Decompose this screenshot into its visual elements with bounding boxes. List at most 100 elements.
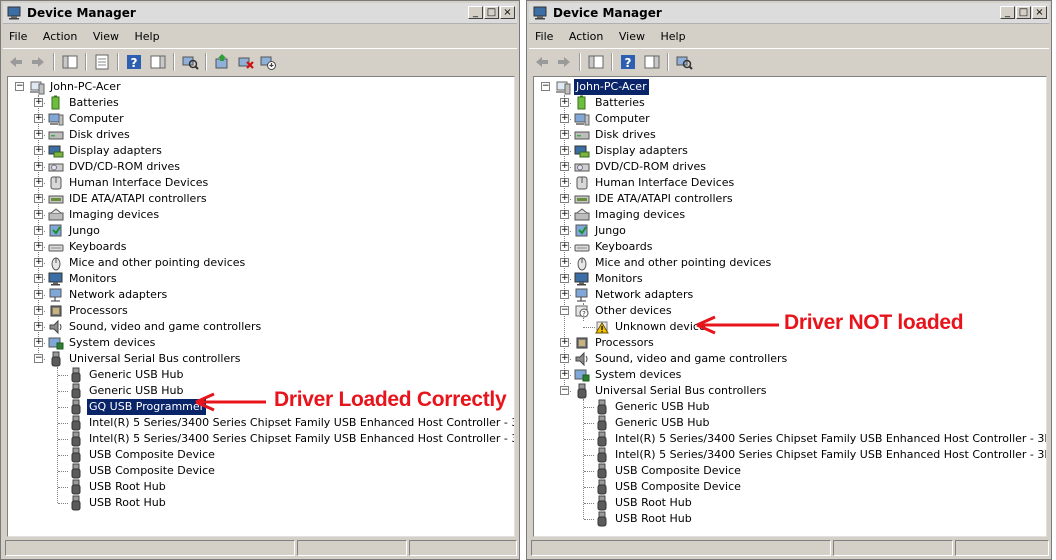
expand-toggle[interactable]: + bbox=[560, 194, 569, 203]
show-hide-console-tree-icon[interactable] bbox=[587, 53, 605, 71]
tree-item-usb-device[interactable]: Generic USB Hub bbox=[534, 415, 1044, 431]
tree-item-ide-ata-atapi-controllers[interactable]: + IDE ATA/ATAPI controllers bbox=[8, 191, 508, 207]
expand-toggle[interactable]: + bbox=[34, 114, 43, 123]
expand-toggle[interactable]: + bbox=[34, 258, 43, 267]
tree-item-universal-serial-bus-controllers[interactable]: − Universal Serial Bus controllers bbox=[8, 351, 508, 367]
tree-item-sound-video-and-game-controllers[interactable]: + Sound, video and game controllers bbox=[8, 319, 508, 335]
tree-item-usb-device[interactable]: Intel(R) 5 Series/3400 Series Chipset Fa… bbox=[534, 447, 1046, 463]
expand-toggle[interactable]: + bbox=[560, 226, 569, 235]
title-bar[interactable]: Device Manager _ □ × bbox=[529, 3, 1049, 24]
tree-item-usb-device[interactable]: USB Composite Device bbox=[8, 447, 514, 463]
scan-hardware-icon[interactable] bbox=[675, 53, 693, 71]
minimize-button[interactable]: _ bbox=[468, 6, 483, 19]
expand-toggle[interactable]: + bbox=[34, 306, 43, 315]
forward-arrow-icon[interactable] bbox=[555, 53, 573, 71]
expand-toggle[interactable]: + bbox=[34, 162, 43, 171]
menu-action[interactable]: Action bbox=[37, 25, 83, 43]
tree-item-jungo[interactable]: + Jungo bbox=[8, 223, 508, 239]
tree-item-usb-device[interactable]: USB Composite Device bbox=[534, 463, 1044, 479]
disable-device-icon[interactable] bbox=[259, 53, 277, 71]
tree-item-keyboards[interactable]: + Keyboards bbox=[534, 239, 1034, 255]
tree-item-disk-drives[interactable]: + Disk drives bbox=[8, 127, 508, 143]
tree-item-human-interface-devices[interactable]: + Human Interface Devices bbox=[8, 175, 508, 191]
tree-item-imaging-devices[interactable]: + Imaging devices bbox=[534, 207, 1034, 223]
collapse-toggle[interactable]: − bbox=[541, 82, 550, 91]
menu-view[interactable]: View bbox=[87, 25, 125, 43]
device-tree[interactable]: − John-PC-Acer + Batteries + Computer + Disk … bbox=[7, 76, 515, 537]
minimize-button[interactable]: _ bbox=[1000, 6, 1015, 19]
tree-item-jungo[interactable]: + Jungo bbox=[534, 223, 1034, 239]
menu-action[interactable]: Action bbox=[563, 25, 609, 43]
expand-toggle[interactable]: + bbox=[34, 322, 43, 331]
tree-item-usb-device[interactable]: Intel(R) 5 Series/3400 Series Chipset Fa… bbox=[8, 431, 514, 447]
expand-toggle[interactable]: + bbox=[560, 338, 569, 347]
tree-root-row[interactable]: − John-PC-Acer bbox=[534, 78, 1044, 96]
show-action-pane-icon[interactable] bbox=[149, 53, 167, 71]
tree-item-universal-serial-bus-controllers[interactable]: − Universal Serial Bus controllers bbox=[534, 383, 1034, 399]
tree-item-computer[interactable]: + Computer bbox=[8, 111, 508, 127]
close-button[interactable]: × bbox=[1032, 6, 1047, 19]
tree-item-human-interface-devices[interactable]: + Human Interface Devices bbox=[534, 175, 1034, 191]
expand-toggle[interactable]: + bbox=[34, 178, 43, 187]
tree-item-usb-device[interactable]: USB Root Hub bbox=[8, 479, 514, 495]
menu-file[interactable]: File bbox=[529, 25, 559, 43]
expand-toggle[interactable]: + bbox=[560, 354, 569, 363]
tree-item-system-devices[interactable]: + System devices bbox=[534, 367, 1034, 383]
expand-toggle[interactable]: + bbox=[34, 242, 43, 251]
tree-item-usb-device[interactable]: USB Root Hub bbox=[534, 511, 1044, 527]
tree-item-monitors[interactable]: + Monitors bbox=[534, 271, 1034, 287]
expand-toggle[interactable]: + bbox=[34, 338, 43, 347]
expand-toggle[interactable]: + bbox=[34, 226, 43, 235]
expand-toggle[interactable]: + bbox=[560, 258, 569, 267]
close-button[interactable]: × bbox=[500, 6, 515, 19]
tree-item-batteries[interactable]: + Batteries bbox=[534, 95, 1034, 111]
expand-toggle[interactable]: + bbox=[560, 370, 569, 379]
title-bar[interactable]: Device Manager _ □ × bbox=[3, 3, 517, 24]
tree-item-monitors[interactable]: + Monitors bbox=[8, 271, 508, 287]
tree-item-usb-device[interactable]: Intel(R) 5 Series/3400 Series Chipset Fa… bbox=[8, 415, 514, 431]
expand-toggle[interactable]: + bbox=[34, 146, 43, 155]
uninstall-icon[interactable] bbox=[237, 53, 255, 71]
expand-toggle[interactable]: + bbox=[34, 130, 43, 139]
show-action-pane-icon[interactable] bbox=[643, 53, 661, 71]
tree-item-keyboards[interactable]: + Keyboards bbox=[8, 239, 508, 255]
collapse-toggle[interactable]: − bbox=[34, 354, 43, 363]
update-driver-icon[interactable] bbox=[213, 53, 231, 71]
menu-file[interactable]: File bbox=[3, 25, 33, 43]
device-tree[interactable]: − John-PC-Acer + Batteries + Computer + Disk … bbox=[533, 76, 1047, 537]
tree-item-computer[interactable]: + Computer bbox=[534, 111, 1034, 127]
tree-item-system-devices[interactable]: + System devices bbox=[8, 335, 508, 351]
expand-toggle[interactable]: + bbox=[34, 290, 43, 299]
back-arrow-icon[interactable] bbox=[7, 53, 25, 71]
show-hide-console-tree-icon[interactable] bbox=[61, 53, 79, 71]
tree-item-processors[interactable]: + Processors bbox=[8, 303, 508, 319]
tree-item-network-adapters[interactable]: + Network adapters bbox=[534, 287, 1034, 303]
tree-item-imaging-devices[interactable]: + Imaging devices bbox=[8, 207, 508, 223]
tree-item-disk-drives[interactable]: + Disk drives bbox=[534, 127, 1034, 143]
help-icon[interactable]: ? bbox=[619, 53, 637, 71]
expand-toggle[interactable]: + bbox=[34, 274, 43, 283]
menu-help[interactable]: Help bbox=[128, 25, 165, 43]
tree-item-usb-device[interactable]: USB Root Hub bbox=[8, 495, 514, 511]
tree-item-batteries[interactable]: + Batteries bbox=[8, 95, 508, 111]
tree-item-processors[interactable]: + Processors bbox=[534, 335, 1034, 351]
help-icon[interactable]: ? bbox=[125, 53, 143, 71]
tree-item-mice-and-other-pointing-devices[interactable]: + Mice and other pointing devices bbox=[534, 255, 1034, 271]
forward-arrow-icon[interactable] bbox=[29, 53, 47, 71]
back-arrow-icon[interactable] bbox=[533, 53, 551, 71]
tree-item-usb-device[interactable]: USB Composite Device bbox=[8, 463, 514, 479]
expand-toggle[interactable]: + bbox=[34, 98, 43, 107]
maximize-button[interactable]: □ bbox=[484, 6, 499, 19]
tree-item-display-adapters[interactable]: + Display adapters bbox=[534, 143, 1034, 159]
expand-toggle[interactable]: + bbox=[34, 194, 43, 203]
tree-item-dvd-cd-rom-drives[interactable]: + DVD/CD-ROM drives bbox=[8, 159, 508, 175]
tree-item-usb-device[interactable]: Generic USB Hub bbox=[8, 367, 514, 383]
tree-item-sound-video-and-game-controllers[interactable]: + Sound, video and game controllers bbox=[534, 351, 1034, 367]
scan-hardware-icon[interactable] bbox=[181, 53, 199, 71]
expand-toggle[interactable]: + bbox=[560, 178, 569, 187]
tree-item-network-adapters[interactable]: + Network adapters bbox=[8, 287, 508, 303]
tree-item-ide-ata-atapi-controllers[interactable]: + IDE ATA/ATAPI controllers bbox=[534, 191, 1034, 207]
collapse-toggle[interactable]: − bbox=[15, 82, 24, 91]
tree-item-usb-device[interactable]: Intel(R) 5 Series/3400 Series Chipset Fa… bbox=[534, 431, 1046, 447]
expand-toggle[interactable]: + bbox=[560, 98, 569, 107]
